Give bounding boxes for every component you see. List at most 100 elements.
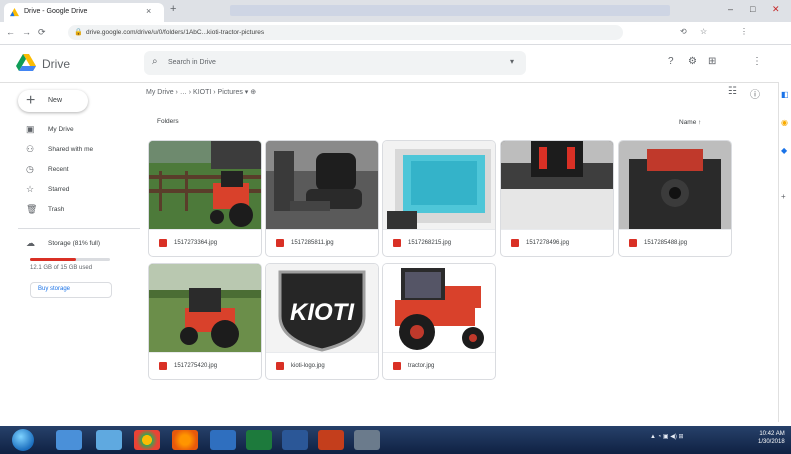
storage-bar-fill — [30, 258, 76, 261]
file-thumbnail — [149, 141, 261, 229]
outlook-taskbar-icon[interactable] — [210, 430, 236, 450]
tab-close-icon[interactable]: × — [146, 6, 151, 16]
powerpoint-taskbar-icon[interactable] — [318, 430, 344, 450]
image-file-icon — [276, 362, 284, 370]
add-addon-icon[interactable]: + — [781, 192, 786, 201]
reload-icon[interactable]: ⟳ — [38, 27, 46, 38]
search-input[interactable]: ⌕ Search in Drive ▾ — [144, 51, 526, 75]
chrome-taskbar-icon[interactable] — [134, 430, 160, 450]
url-text: drive.google.com/drive/u/0/folders/1AbC.… — [86, 29, 265, 36]
sidebar-item-starred[interactable]: ☆ Starred — [18, 184, 138, 198]
new-tab-button[interactable]: + — [170, 3, 176, 15]
info-icon[interactable]: ⓘ — [750, 86, 760, 101]
tab-title: Drive - Google Drive — [24, 8, 88, 15]
trash-icon: 🗑 — [26, 204, 38, 214]
people-icon: ⚇ — [26, 144, 35, 154]
side-panel-rail: ◧ ◉ ◆ + — [778, 82, 791, 422]
sidebar-item-storage[interactable]: ☁ Storage (81% full) — [18, 238, 138, 252]
minimize-button[interactable]: – — [728, 4, 733, 14]
file-card[interactable]: 1517273364.jpg — [148, 140, 262, 257]
file-name: 1517285811.jpg — [291, 240, 334, 246]
file-thumbnail — [266, 141, 378, 229]
omnibox[interactable]: 🔒 drive.google.com/drive/u/0/folders/1Ab… — [68, 25, 623, 40]
file-thumbnail: KIOTI — [266, 264, 378, 352]
breadcrumb[interactable]: My Drive › … › KIOTI › Pictures ▾ ⊕ — [146, 88, 256, 96]
file-card[interactable]: 1517275420.jpg — [148, 263, 262, 380]
sort-button[interactable]: Name ↑ — [679, 119, 701, 126]
tab-strip-blur — [230, 5, 670, 16]
file-card[interactable]: KIOTI kioti-logo.jpg — [265, 263, 379, 380]
search-options-icon[interactable]: ▾ — [510, 57, 514, 66]
file-card[interactable]: tractor.jpg — [382, 263, 496, 380]
image-file-icon — [629, 239, 637, 247]
maximize-button[interactable]: □ — [750, 4, 755, 14]
lock-icon: 🔒 — [74, 29, 83, 36]
firefox-taskbar-icon[interactable] — [172, 430, 198, 450]
browser-menu-icon[interactable]: ⋮ — [740, 27, 748, 36]
tasks-icon[interactable]: ◆ — [781, 146, 787, 155]
storage-text: 12.1 GB of 15 GB used — [30, 265, 93, 271]
help-icon[interactable]: ? — [668, 56, 674, 67]
word-taskbar-icon[interactable] — [282, 430, 308, 450]
media-taskbar-icon[interactable] — [96, 430, 122, 450]
file-name: 1517275420.jpg — [174, 363, 218, 369]
sidebar-item-trash[interactable]: 🗑 Trash — [18, 204, 138, 218]
explorer-taskbar-icon[interactable] — [56, 430, 82, 450]
file-thumbnail — [619, 141, 731, 229]
image-file-icon — [511, 239, 519, 247]
history-icon[interactable]: ⟲ — [680, 27, 687, 36]
image-file-icon — [393, 362, 401, 370]
drive-logo-icon — [16, 54, 36, 71]
settings-gear-icon[interactable]: ⚙ — [688, 56, 697, 67]
star-icon: ☆ — [26, 184, 35, 194]
back-icon[interactable]: ← — [6, 27, 15, 37]
bookmark-star-icon[interactable]: ☆ — [700, 27, 707, 36]
calendar-icon[interactable]: ◧ — [781, 90, 789, 99]
file-card[interactable]: 1517278496.jpg — [500, 140, 614, 257]
file-name: 1517268215.jpg — [408, 240, 452, 246]
sidebar-item-label: Storage (81% full) — [48, 240, 101, 247]
file-thumbnail — [149, 264, 261, 352]
taskbar-clock[interactable]: 10:42 AM 1/30/2018 — [758, 430, 785, 446]
image-file-icon — [159, 362, 167, 370]
drive-brand: Drive — [42, 57, 71, 71]
app-taskbar-icon[interactable] — [354, 430, 380, 450]
sidebar-item-label: My Drive — [48, 126, 74, 133]
close-window-button[interactable]: ✕ — [772, 4, 780, 15]
buy-storage-button[interactable]: Buy storage — [30, 282, 112, 298]
new-button[interactable]: + New — [18, 90, 88, 112]
browser-tab[interactable]: Drive - Google Drive × — [4, 3, 164, 22]
forward-icon[interactable]: → — [22, 27, 31, 37]
sidebar-item-shared[interactable]: ⚇ Shared with me — [18, 144, 138, 158]
excel-taskbar-icon[interactable] — [246, 430, 272, 450]
file-card[interactable]: 1517285811.jpg — [265, 140, 379, 257]
clock-time: 10:42 AM — [759, 431, 785, 437]
system-tray[interactable]: ▲ ◔ ▣ ◀) ⊞ — [650, 433, 684, 440]
search-placeholder: Search in Drive — [168, 59, 216, 66]
file-thumbnail — [501, 141, 613, 229]
file-name: tractor.jpg — [408, 363, 435, 369]
sidebar-item-label: Recent — [48, 166, 69, 173]
list-view-icon[interactable]: ☷ — [728, 86, 737, 97]
drive-header: Drive ⌕ Search in Drive ▾ ? ⚙ ⊞ ⋮ — [0, 44, 791, 83]
sidebar-item-my-drive[interactable]: ▣ My Drive — [18, 124, 138, 138]
search-icon: ⌕ — [152, 56, 158, 67]
file-name: 1517278496.jpg — [526, 240, 570, 246]
address-bar-row: ← → ⟳ 🔒 drive.google.com/drive/u/0/folde… — [0, 22, 791, 45]
drive-favicon-icon — [10, 8, 19, 17]
apps-grid-icon[interactable]: ⊞ — [708, 56, 716, 67]
file-thumbnail — [383, 264, 495, 352]
file-name: 1517285488.jpg — [644, 240, 688, 246]
file-card[interactable]: 1517268215.jpg — [382, 140, 496, 257]
file-name: 1517273364.jpg — [174, 240, 218, 246]
sidebar-item-recent[interactable]: ◷ Recent — [18, 164, 138, 178]
account-menu-icon[interactable]: ⋮ — [752, 56, 762, 67]
section-title: Folders — [157, 118, 179, 125]
clock-date: 1/30/2018 — [758, 439, 785, 445]
file-card[interactable]: 1517285488.jpg — [618, 140, 732, 257]
cloud-icon: ☁ — [26, 238, 35, 248]
kioti-logo-text: KIOTI — [290, 299, 355, 326]
file-thumbnail — [383, 141, 495, 229]
keep-icon[interactable]: ◉ — [781, 118, 788, 127]
start-button[interactable] — [12, 429, 34, 451]
